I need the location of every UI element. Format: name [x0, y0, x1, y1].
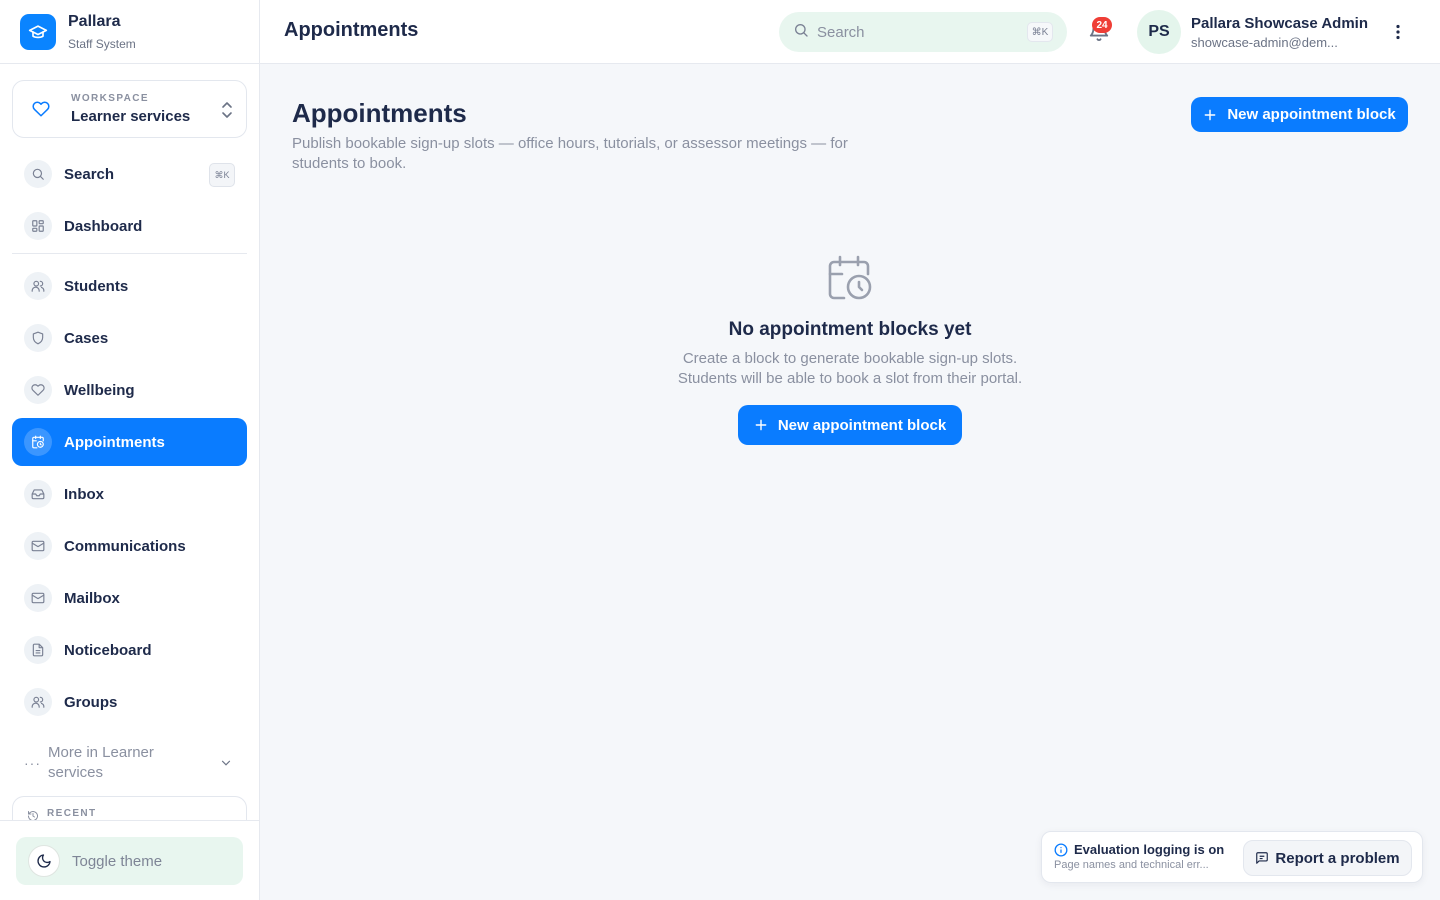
- workspace-label: WORKSPACE: [71, 93, 149, 104]
- empty-new-appointment-block-button[interactable]: New appointment block: [738, 405, 962, 445]
- page-header-title: Appointments: [284, 19, 419, 41]
- mail-icon: [24, 532, 52, 560]
- heart-icon: [31, 99, 51, 119]
- evaluation-logging-subtitle: Page names and technical err...: [1054, 859, 1209, 871]
- plus-icon: [754, 418, 768, 432]
- moon-icon: [28, 845, 60, 877]
- toggle-theme-label: Toggle theme: [72, 852, 163, 870]
- more-in-workspace[interactable]: ··· More in Learner services: [12, 740, 247, 786]
- avatar[interactable]: PS: [1137, 10, 1181, 54]
- recent-label: RECENT: [47, 808, 97, 819]
- sidebar-item-appointments[interactable]: Appointments: [12, 418, 247, 466]
- empty-state-title: No appointment blocks yet: [728, 319, 972, 340]
- search-shortcut: ⌘K: [209, 163, 235, 187]
- more-label: More in Learner services: [48, 744, 154, 781]
- empty-new-appointment-block-label: New appointment block: [777, 416, 947, 434]
- sidebar-item-search[interactable]: Search ⌘K: [12, 150, 247, 198]
- search-input[interactable]: Search ⌘K: [779, 12, 1067, 52]
- notification-count-badge: 24: [1092, 17, 1112, 33]
- user-name: Pallara Showcase Admin: [1191, 15, 1369, 32]
- sidebar-item-students[interactable]: Students: [12, 262, 247, 310]
- calendar-clock-icon: [24, 428, 52, 456]
- sidebar-nav: Search ⌘K Dashboard Students Cases Wellb…: [12, 150, 247, 726]
- empty-state-description: Create a block to generate bookable sign…: [560, 349, 1140, 389]
- sidebar-item-label: Students: [64, 277, 129, 295]
- new-appointment-block-label: New appointment block: [1227, 106, 1396, 123]
- report-problem-button[interactable]: Report a problem: [1243, 840, 1412, 876]
- toggle-theme-button[interactable]: Toggle theme: [16, 837, 243, 885]
- workspace-switcher[interactable]: WORKSPACE Learner services: [12, 80, 247, 138]
- search-shortcut: ⌘K: [1027, 22, 1053, 42]
- empty-state-line-2: Students will be able to book a slot fro…: [677, 370, 1023, 387]
- sidebar-item-noticeboard[interactable]: Noticeboard: [12, 626, 247, 674]
- sidebar-item-groups[interactable]: Groups: [12, 678, 247, 726]
- heart-icon: [24, 376, 52, 404]
- chevrons-up-down-icon: [220, 100, 234, 125]
- plus-icon: [1203, 108, 1217, 122]
- search-placeholder: Search: [817, 23, 865, 41]
- sidebar-item-cases[interactable]: Cases: [12, 314, 247, 362]
- empty-state-line-1: Create a block to generate bookable sign…: [682, 350, 1018, 367]
- user-email: showcase-admin@dem...: [1191, 35, 1338, 50]
- file-text-icon: [24, 636, 52, 664]
- workspace-value: Learner services: [71, 108, 191, 125]
- calendar-clock-icon: [826, 254, 874, 302]
- grid-icon: [24, 212, 52, 240]
- evaluation-logging-banner: Evaluation logging is on Page names and …: [1041, 831, 1423, 883]
- sidebar-item-label: Groups: [64, 693, 118, 711]
- sidebar: Pallara Staff System WORKSPACE Learner s…: [0, 0, 260, 900]
- sidebar-item-label: Search: [64, 165, 115, 183]
- top-bar: Appointments Search ⌘K 24 PS Pallara Sho…: [260, 0, 1440, 64]
- sidebar-item-label: Communications: [64, 537, 186, 555]
- mail-icon: [24, 584, 52, 612]
- sidebar-item-label: Cases: [64, 329, 109, 347]
- chevron-down-icon: [219, 756, 233, 775]
- divider: [12, 253, 247, 254]
- sidebar-item-wellbeing[interactable]: Wellbeing: [12, 366, 247, 414]
- search-icon: [24, 160, 52, 188]
- graduation-cap-icon: [20, 13, 56, 50]
- more-vertical-icon[interactable]: [1388, 20, 1408, 44]
- sidebar-item-dashboard[interactable]: Dashboard: [12, 202, 247, 250]
- user-group-icon: [24, 688, 52, 716]
- search-icon: [793, 22, 809, 43]
- report-problem-label: Report a problem: [1275, 849, 1400, 867]
- sidebar-item-label: Noticeboard: [64, 641, 152, 659]
- sidebar-item-label: Mailbox: [64, 589, 120, 607]
- evaluation-logging-title: Evaluation logging is on: [1074, 842, 1225, 857]
- sidebar-item-label: Inbox: [64, 485, 104, 503]
- recent-section: RECENT: [12, 796, 247, 820]
- message-square-icon: [1256, 852, 1269, 864]
- page-description: Publish bookable sign-up slots — office …: [292, 135, 848, 172]
- sidebar-footer: Toggle theme: [0, 820, 259, 900]
- inbox-icon: [24, 480, 52, 508]
- brand-subtitle: Staff System: [68, 36, 136, 51]
- sidebar-item-mailbox[interactable]: Mailbox: [12, 574, 247, 622]
- sidebar-item-label: Dashboard: [64, 217, 143, 235]
- users-icon: [24, 272, 52, 300]
- sidebar-item-label: Wellbeing: [64, 381, 135, 399]
- new-appointment-block-button[interactable]: New appointment block: [1191, 97, 1408, 132]
- brand-name: Pallara: [68, 12, 121, 30]
- sidebar-item-label: Appointments: [64, 433, 165, 451]
- history-icon: [27, 809, 39, 820]
- info-icon: [1054, 843, 1068, 857]
- brand[interactable]: Pallara Staff System: [0, 0, 259, 64]
- sidebar-item-communications[interactable]: Communications: [12, 522, 247, 570]
- more-dots-icon: ···: [24, 755, 41, 771]
- sidebar-item-inbox[interactable]: Inbox: [12, 470, 247, 518]
- shield-icon: [24, 324, 52, 352]
- page-title: Appointments: [292, 98, 467, 128]
